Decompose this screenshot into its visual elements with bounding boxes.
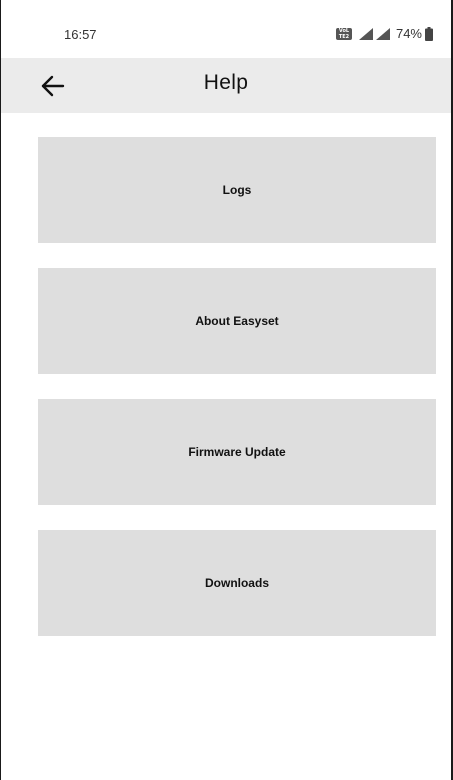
page-title: Help	[203, 71, 249, 94]
battery-icon	[425, 26, 433, 41]
battery-percent: 74%	[395, 26, 422, 41]
phone-screen: 16:57 VoL TE2 74% Help Logs About Easyse…	[0, 0, 453, 780]
volte-icon: VoL TE2	[335, 27, 352, 40]
menu-item-label: About Easyset	[195, 314, 279, 328]
signal-icon	[358, 27, 373, 40]
status-time: 16:57	[64, 27, 97, 42]
about-easyset-button[interactable]: About Easyset	[38, 268, 436, 374]
menu-item-label: Logs	[222, 183, 252, 197]
logs-button[interactable]: Logs	[38, 137, 436, 243]
menu-item-label: Downloads	[204, 576, 269, 590]
status-bar: 16:57 VoL TE2 74%	[1, 0, 451, 58]
downloads-button[interactable]: Downloads	[38, 530, 436, 636]
status-icons: VoL TE2 74%	[335, 26, 433, 41]
help-menu-list: Logs About Easyset Firmware Update Downl…	[38, 137, 436, 661]
firmware-update-button[interactable]: Firmware Update	[38, 399, 436, 505]
menu-item-label: Firmware Update	[188, 445, 286, 459]
app-bar: Help	[1, 58, 451, 113]
signal-icon	[375, 27, 390, 40]
